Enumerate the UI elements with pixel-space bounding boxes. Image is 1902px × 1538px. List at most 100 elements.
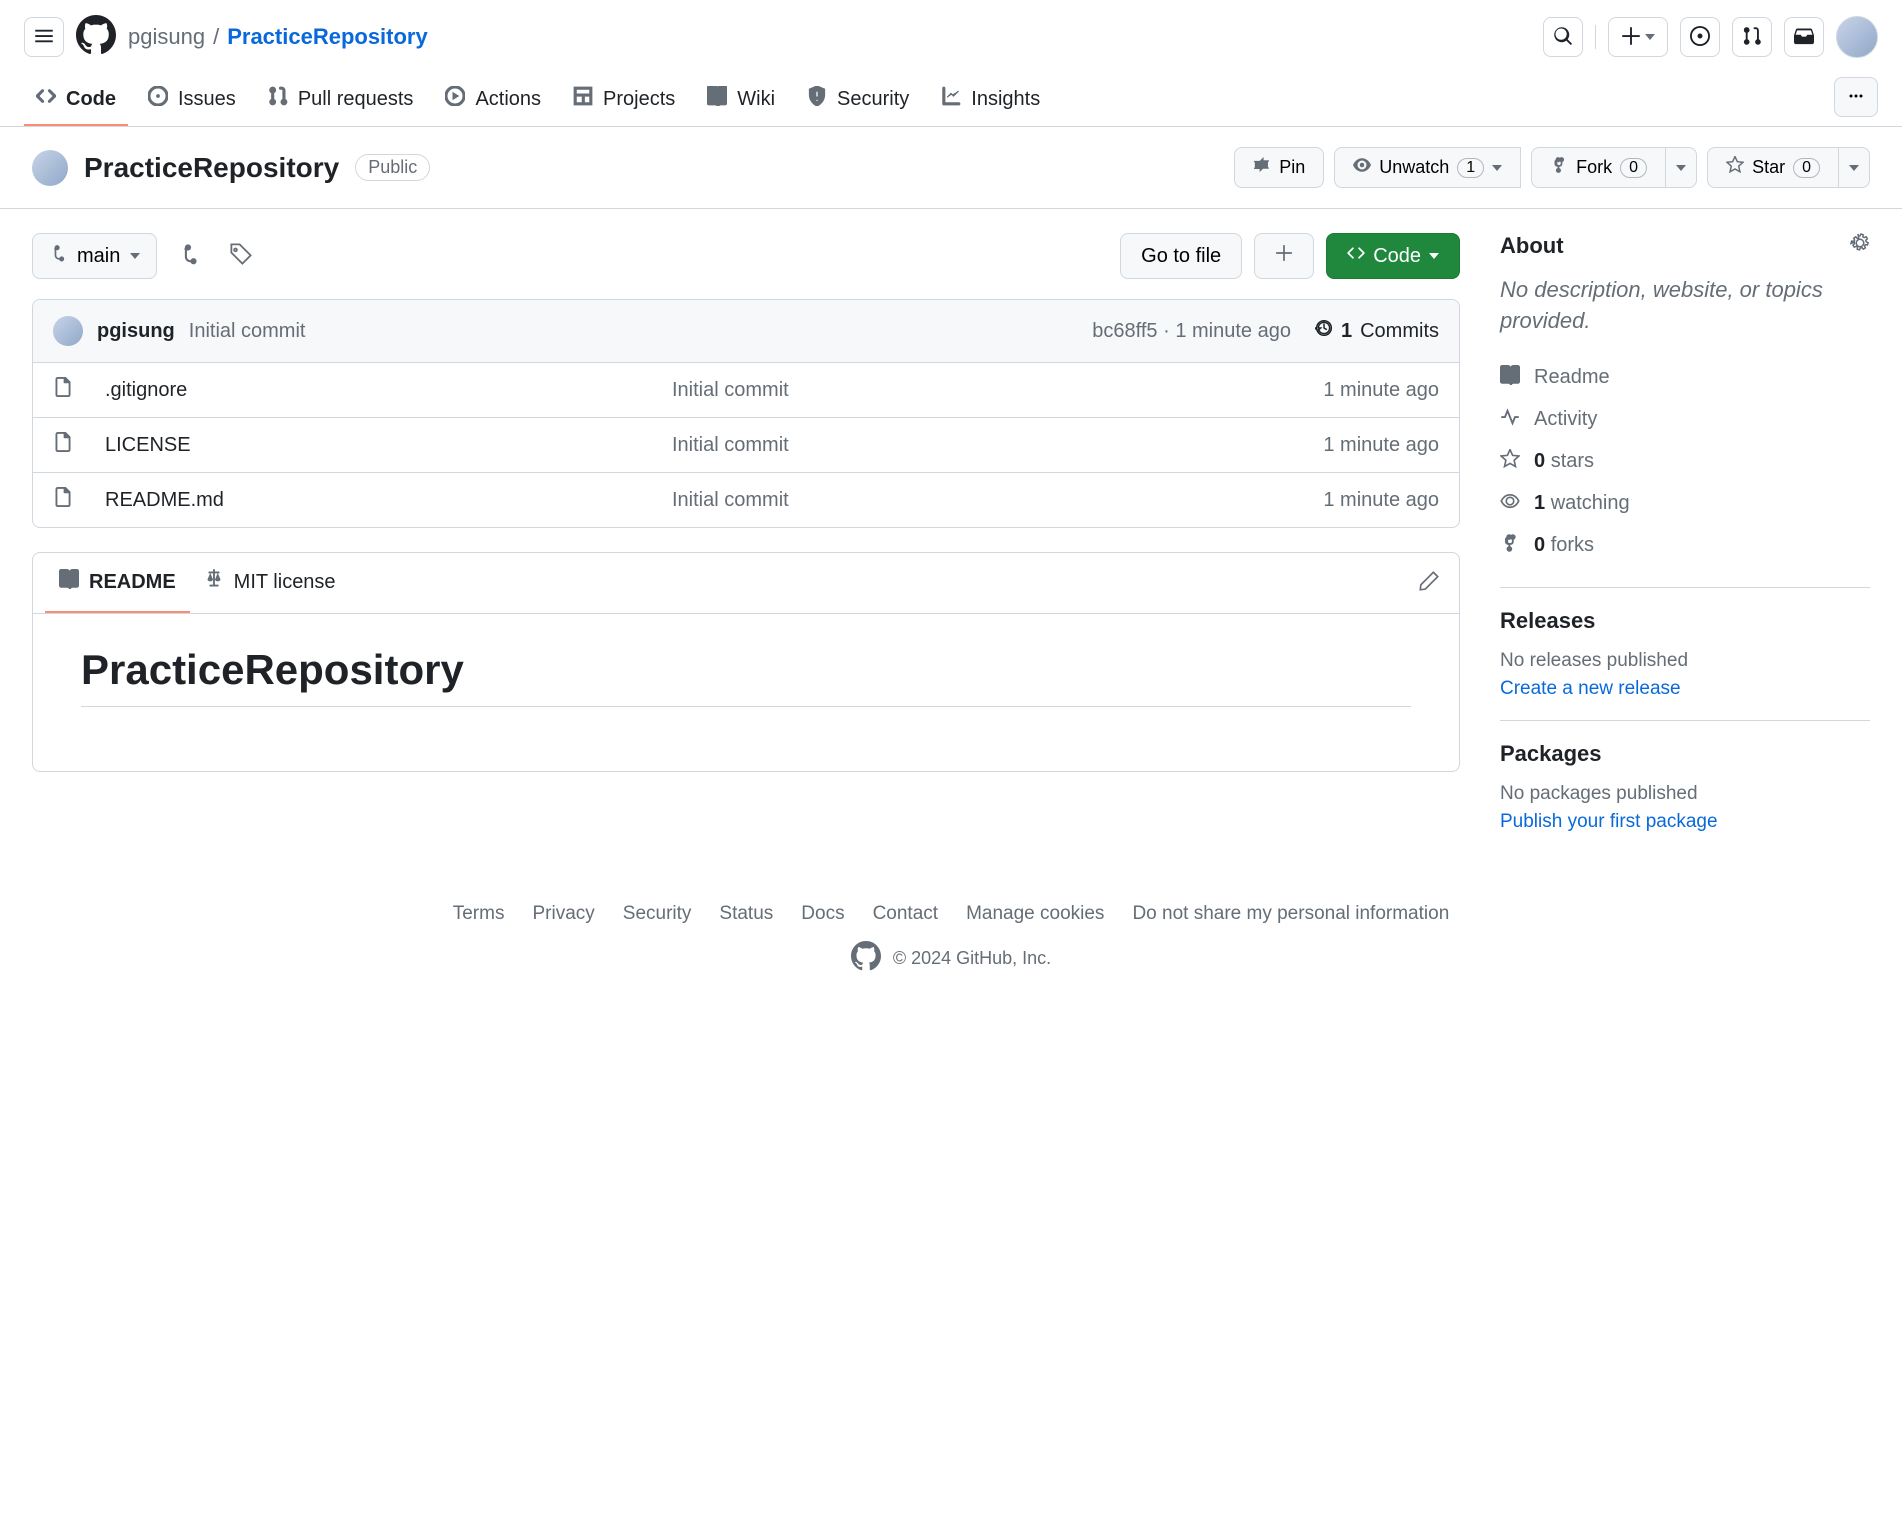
- branch-icon: [49, 244, 67, 268]
- license-tab[interactable]: MIT license: [190, 553, 350, 613]
- tab-insights[interactable]: Insights: [929, 74, 1052, 126]
- fork-button[interactable]: Fork0: [1531, 147, 1666, 188]
- file-icon: [53, 487, 93, 513]
- forks-link[interactable]: 0 forks: [1500, 525, 1870, 567]
- sidebar: About No description, website, or topics…: [1500, 233, 1870, 839]
- pull-requests-button[interactable]: [1732, 17, 1772, 57]
- create-release-link[interactable]: Create a new release: [1500, 678, 1681, 699]
- chevron-down-icon: [1676, 165, 1686, 171]
- readme-link[interactable]: Readme: [1500, 357, 1870, 399]
- header-right: [1543, 16, 1878, 58]
- tab-code[interactable]: Code: [24, 74, 128, 126]
- file-name-link[interactable]: LICENSE: [105, 434, 660, 457]
- commit-message[interactable]: Initial commit: [189, 320, 306, 343]
- footer-link[interactable]: Terms: [453, 903, 505, 925]
- fork-icon: [1550, 156, 1568, 179]
- go-to-file-button[interactable]: Go to file: [1120, 233, 1242, 279]
- user-avatar[interactable]: [1836, 16, 1878, 58]
- footer-link[interactable]: Status: [719, 903, 773, 925]
- tab-security[interactable]: Security: [795, 74, 921, 126]
- settings-button[interactable]: [1850, 233, 1870, 259]
- tab-issues[interactable]: Issues: [136, 74, 248, 126]
- commits-link[interactable]: 1 Commits: [1315, 319, 1439, 343]
- unwatch-button[interactable]: Unwatch1: [1334, 147, 1521, 188]
- tags-link[interactable]: [221, 236, 261, 276]
- commit-meta: bc68ff5 · 1 minute ago 1 Commits: [1092, 319, 1439, 343]
- footer-link[interactable]: Privacy: [532, 903, 594, 925]
- tab-label: Wiki: [737, 88, 775, 111]
- footer-link[interactable]: Contact: [873, 903, 938, 925]
- star-button[interactable]: Star0: [1707, 147, 1839, 188]
- eye-icon: [1500, 491, 1520, 517]
- main-content: main Go to file Code pgisung Initial com…: [0, 209, 1902, 863]
- add-file-button[interactable]: [1254, 233, 1314, 279]
- tab-actions[interactable]: Actions: [433, 74, 553, 126]
- hamburger-icon: [34, 26, 54, 49]
- branches-link[interactable]: [169, 236, 209, 276]
- publish-package-link[interactable]: Publish your first package: [1500, 811, 1718, 832]
- btn-label: Fork: [1576, 157, 1612, 178]
- kebab-icon: [1848, 88, 1864, 107]
- footer-link[interactable]: Docs: [801, 903, 844, 925]
- readme-tabs: README MIT license: [33, 553, 1459, 614]
- about-description: No description, website, or topics provi…: [1500, 275, 1870, 337]
- tab-wiki[interactable]: Wiki: [695, 74, 787, 126]
- tab-label: Insights: [971, 88, 1040, 111]
- edit-readme-button[interactable]: [1411, 563, 1447, 604]
- file-commit-msg[interactable]: Initial commit: [672, 379, 1227, 402]
- pulse-icon: [1500, 407, 1520, 433]
- stars-link[interactable]: 0 stars: [1500, 441, 1870, 483]
- star-dropdown[interactable]: [1839, 147, 1870, 188]
- fork-dropdown[interactable]: [1666, 147, 1697, 188]
- commit-author-avatar[interactable]: [53, 316, 83, 346]
- footer-link[interactable]: Manage cookies: [966, 903, 1104, 925]
- file-name-link[interactable]: README.md: [105, 489, 660, 512]
- commit-author[interactable]: pgisung: [97, 320, 175, 343]
- releases-none: No releases published: [1500, 650, 1870, 672]
- code-download-button[interactable]: Code: [1326, 233, 1460, 279]
- main-column: main Go to file Code pgisung Initial com…: [32, 233, 1460, 839]
- file-name-link[interactable]: .gitignore: [105, 379, 660, 402]
- file-time: 1 minute ago: [1239, 489, 1439, 512]
- footer-link[interactable]: Security: [623, 903, 692, 925]
- file-icon: [53, 377, 93, 403]
- file-nav-right: Go to file Code: [1120, 233, 1460, 279]
- tab-label: README: [89, 571, 176, 594]
- commit-sha-time[interactable]: bc68ff5 · 1 minute ago: [1092, 320, 1291, 343]
- file-commit-msg[interactable]: Initial commit: [672, 489, 1227, 512]
- breadcrumb-repo[interactable]: PracticeRepository: [227, 24, 428, 50]
- breadcrumb-owner[interactable]: pgisung: [128, 24, 205, 50]
- tab-pulls[interactable]: Pull requests: [256, 74, 426, 126]
- branch-icon: [178, 243, 200, 270]
- pencil-icon: [1419, 578, 1439, 595]
- tab-projects[interactable]: Projects: [561, 74, 687, 126]
- branch-picker[interactable]: main: [32, 233, 157, 279]
- search-button[interactable]: [1543, 17, 1583, 57]
- nav-more-button[interactable]: [1834, 77, 1878, 117]
- btn-label: Unwatch: [1379, 157, 1449, 178]
- book-icon: [707, 86, 727, 112]
- hamburger-menu-button[interactable]: [24, 17, 64, 57]
- issues-button[interactable]: [1680, 17, 1720, 57]
- branch-name: main: [77, 245, 120, 268]
- tab-label: Security: [837, 88, 909, 111]
- tab-label: Projects: [603, 88, 675, 111]
- repo-nav: Code Issues Pull requests Actions Projec…: [0, 74, 1902, 127]
- github-logo-link[interactable]: [76, 17, 116, 57]
- book-icon: [59, 569, 79, 595]
- commit-sha: bc68ff5: [1092, 320, 1157, 342]
- readme-tab[interactable]: README: [45, 553, 190, 613]
- tag-icon: [230, 243, 252, 270]
- watching-link[interactable]: 1 watching: [1500, 483, 1870, 525]
- file-commit-msg[interactable]: Initial commit: [672, 434, 1227, 457]
- watch-group: Unwatch1: [1334, 147, 1521, 188]
- packages-none: No packages published: [1500, 783, 1870, 805]
- pin-button[interactable]: Pin: [1234, 147, 1324, 188]
- repo-actions: Pin Unwatch1 Fork0 Star0: [1234, 147, 1870, 188]
- footer-link[interactable]: Do not share my personal information: [1132, 903, 1449, 925]
- repo-owner-avatar[interactable]: [32, 150, 68, 186]
- releases-heading: Releases: [1500, 608, 1870, 634]
- inbox-button[interactable]: [1784, 17, 1824, 57]
- activity-link[interactable]: Activity: [1500, 399, 1870, 441]
- create-new-button[interactable]: [1608, 17, 1668, 57]
